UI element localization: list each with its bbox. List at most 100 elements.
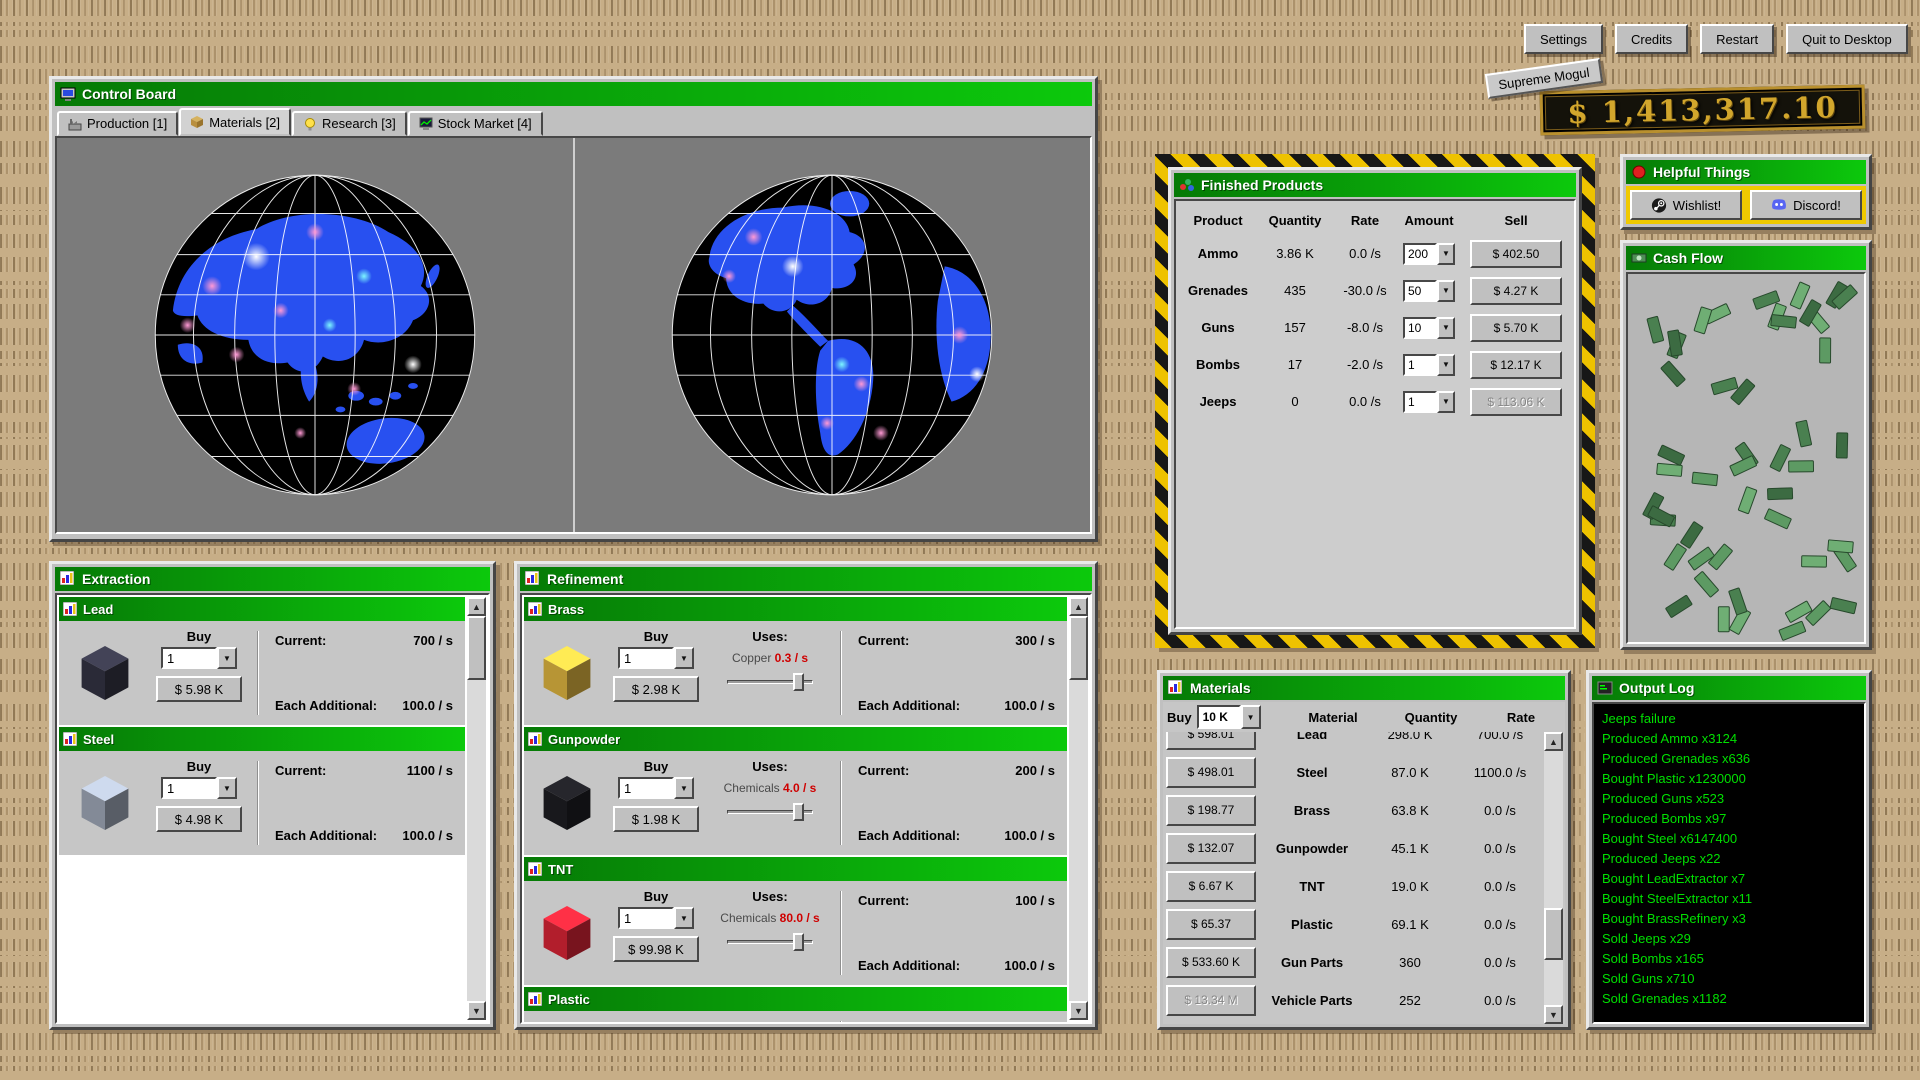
buy-steel-button[interactable]: $ 4.98 K [156,806,242,832]
jeeps-amount-dropdown[interactable]: 1 ▼ [1403,391,1455,413]
discord-button[interactable]: Discord! [1750,190,1862,220]
tnt-usage-slider[interactable] [727,933,813,951]
dropdown-value[interactable]: 1 [161,777,217,799]
scroll-up-button[interactable]: ▲ [1069,597,1088,616]
sell-grenades-button[interactable]: $ 4.27 K [1470,277,1562,305]
buy-lead-price-button[interactable]: $ 598.01 [1166,732,1256,750]
buy-tnt-price-button[interactable]: $ 6.67 K [1166,871,1256,902]
chevron-down-icon[interactable]: ▼ [1437,354,1455,376]
slider-thumb[interactable] [793,933,804,951]
log-line: Bought LeadExtractor x7 [1602,869,1856,889]
buy-gunpowder-button[interactable]: $ 1.98 K [613,806,699,832]
output-log-titlebar[interactable]: Output Log [1592,676,1866,700]
materials-titlebar[interactable]: Materials [1163,676,1565,700]
chevron-down-icon[interactable]: ▼ [674,647,694,669]
chevron-down-icon[interactable]: ▼ [1437,317,1455,339]
sell-bombs-button[interactable]: $ 12.17 K [1470,351,1562,379]
scroll-down-button[interactable]: ▼ [1069,1001,1088,1020]
slider-thumb[interactable] [793,673,804,691]
dropdown-value[interactable]: 1 [618,907,674,929]
plastic-uses-column: Uses: [706,1017,834,1024]
restart-button[interactable]: Restart [1700,24,1774,54]
settings-button[interactable]: Settings [1524,24,1603,54]
tab-research[interactable]: Research [3] [292,111,407,136]
refinement-titlebar[interactable]: Refinement [520,567,1092,591]
chevron-down-icon[interactable]: ▼ [1241,705,1261,729]
scroll-up-button[interactable]: ▲ [1544,732,1563,751]
guns-amount-dropdown[interactable]: 10 ▼ [1403,317,1455,339]
scroll-up-button[interactable]: ▲ [467,597,486,616]
dropdown-value[interactable]: 10 [1403,317,1437,339]
lead-buy-quantity-dropdown[interactable]: 1 ▼ [161,647,237,669]
material-rate: 0.0 /s [1456,955,1544,970]
scrollbar-track[interactable] [1544,751,1563,1005]
dropdown-value[interactable]: 1 [1403,391,1437,413]
brass-usage-slider[interactable] [727,673,813,691]
buy-gun-parts-price-button[interactable]: $ 533.60 K [1166,947,1256,978]
cash-flow-titlebar[interactable]: Cash Flow [1626,246,1866,270]
log-line: Bought SteelExtractor x11 [1602,889,1856,909]
tab-materials[interactable]: Materials [2] [179,108,291,136]
ammo-amount-dropdown[interactable]: 200 ▼ [1403,243,1455,265]
scrollbar-thumb[interactable] [467,616,486,680]
gunpowder-usage-slider[interactable] [727,803,813,821]
sell-ammo-button[interactable]: $ 402.50 [1470,240,1562,268]
dropdown-value[interactable]: 1 [1403,354,1437,376]
extraction-item-steel: Steel Buy 1 ▼ $ 4.98 K [59,727,465,855]
buy-steel-price-button[interactable]: $ 498.01 [1166,757,1256,788]
bombs-amount-dropdown[interactable]: 1 ▼ [1403,354,1455,376]
steel-buy-quantity-dropdown[interactable]: 1 ▼ [161,777,237,799]
buy-tnt-button[interactable]: $ 99.98 K [613,936,699,962]
quit-to-desktop-button[interactable]: Quit to Desktop [1786,24,1908,54]
extraction-scrollbar[interactable]: ▲ ▼ [467,597,486,1020]
scrollbar-thumb[interactable] [1069,616,1088,680]
buy-plastic-price-button[interactable]: $ 65.37 [1166,909,1256,940]
finished-products-titlebar[interactable]: Finished Products [1174,173,1576,197]
dropdown-value[interactable]: 1 [618,777,674,799]
scroll-down-button[interactable]: ▼ [467,1001,486,1020]
chevron-down-icon[interactable]: ▼ [1437,391,1455,413]
dropdown-value[interactable]: 10 K [1197,705,1241,729]
product-quantity: 435 [1258,283,1332,298]
materials-scrollbar[interactable]: ▲ ▼ [1544,732,1563,1024]
buy-lead-button[interactable]: $ 5.98 K [156,676,242,702]
extraction-titlebar[interactable]: Extraction [55,567,490,591]
scrollbar-track[interactable] [467,616,486,1001]
scrollbar-track[interactable] [1069,616,1088,1001]
grenades-amount-dropdown[interactable]: 50 ▼ [1403,280,1455,302]
dropdown-value[interactable]: 1 [618,647,674,669]
sell-jeeps-button-disabled[interactable]: $ 113.06 K [1470,388,1562,416]
slider-thumb[interactable] [793,803,804,821]
tab-stock-market[interactable]: Stock Market [4] [408,111,543,136]
chevron-down-icon[interactable]: ▼ [674,907,694,929]
cash-flow-window: Cash Flow [1620,240,1872,650]
credits-button[interactable]: Credits [1615,24,1688,54]
control-board-titlebar[interactable]: Control Board [55,82,1092,106]
buy-vehicle-parts-price-button-disabled[interactable]: $ 13.34 M [1166,985,1256,1016]
dropdown-value[interactable]: 50 [1403,280,1437,302]
chevron-down-icon[interactable]: ▼ [1437,280,1455,302]
chevron-down-icon[interactable]: ▼ [217,777,237,799]
tab-production[interactable]: Production [1] [57,111,178,136]
product-row-ammo: Ammo 3.86 K 0.0 /s 200 ▼ $ 402.50 [1178,235,1572,272]
wishlist-button[interactable]: Wishlist! [1630,190,1742,220]
chevron-down-icon[interactable]: ▼ [674,777,694,799]
helpful-things-titlebar[interactable]: Helpful Things [1626,160,1866,184]
buy-gunpowder-price-button[interactable]: $ 132.07 [1166,833,1256,864]
brass-buy-quantity-dropdown[interactable]: 1 ▼ [618,647,694,669]
chevron-down-icon[interactable]: ▼ [217,647,237,669]
chart-icon [1168,680,1184,696]
gunpowder-buy-quantity-dropdown[interactable]: 1 ▼ [618,777,694,799]
dropdown-value[interactable]: 200 [1403,243,1437,265]
materials-buy-quantity-dropdown[interactable]: 10 K ▼ [1197,705,1261,729]
buy-brass-price-button[interactable]: $ 198.77 [1166,795,1256,826]
buy-brass-button[interactable]: $ 2.98 K [613,676,699,702]
dropdown-value[interactable]: 1 [161,647,217,669]
scroll-down-button[interactable]: ▼ [1544,1005,1563,1024]
chevron-down-icon[interactable]: ▼ [1437,243,1455,265]
scrollbar-thumb[interactable] [1544,908,1563,960]
material-name: Lead [1260,732,1364,742]
tnt-buy-quantity-dropdown[interactable]: 1 ▼ [618,907,694,929]
refinement-scrollbar[interactable]: ▲ ▼ [1069,597,1088,1020]
sell-guns-button[interactable]: $ 5.70 K [1470,314,1562,342]
